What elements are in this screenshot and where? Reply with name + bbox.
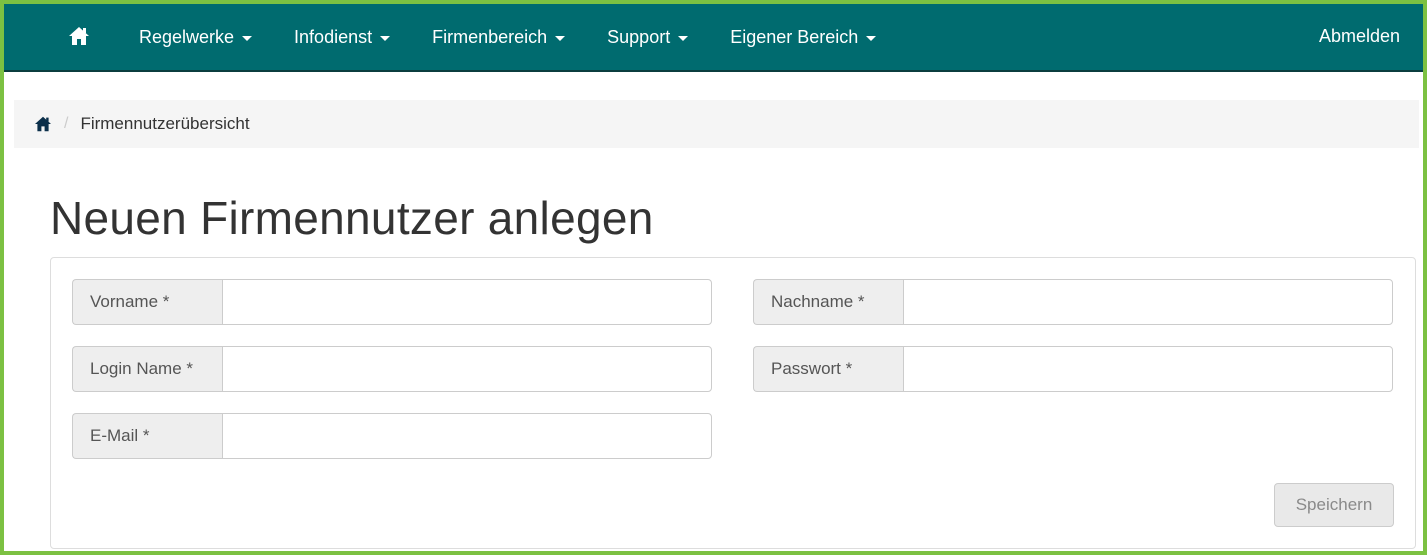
last-name-group: Nachname * (753, 279, 1393, 325)
nav-menu: Regelwerke Infodienst Firmenbereich Supp… (139, 4, 918, 70)
first-name-input[interactable] (222, 279, 712, 325)
login-name-label: Login Name * (72, 346, 222, 392)
app-frame: Regelwerke Infodienst Firmenbereich Supp… (0, 0, 1427, 555)
caret-down-icon (380, 35, 391, 41)
nav-item-label: Eigener Bereich (730, 26, 859, 47)
nav-item-support[interactable]: Support (607, 26, 689, 48)
email-input[interactable] (222, 413, 712, 459)
password-label: Passwort * (753, 346, 903, 392)
caret-down-icon (555, 35, 566, 41)
nav-item-firmenbereich[interactable]: Firmenbereich (432, 26, 566, 48)
last-name-input[interactable] (903, 279, 1393, 325)
nav-item-label: Firmenbereich (432, 26, 548, 47)
breadcrumb: / Firmennutzerübersicht (14, 100, 1419, 148)
first-name-label: Vorname * (72, 279, 222, 325)
breadcrumb-current: Firmennutzerübersicht (80, 114, 250, 133)
nav-item-eigener-bereich[interactable]: Eigener Bereich (730, 26, 877, 48)
page-title: Neuen Firmennutzer anlegen (50, 192, 654, 244)
save-button[interactable]: Speichern (1274, 483, 1394, 527)
caret-down-icon (242, 35, 253, 41)
nav-item-infodienst[interactable]: Infodienst (294, 26, 391, 48)
nav-item-regelwerke[interactable]: Regelwerke (139, 26, 253, 48)
email-label: E-Mail * (72, 413, 222, 459)
nav-item-label: Regelwerke (139, 26, 235, 47)
password-group: Passwort * (753, 346, 1393, 392)
top-navbar: Regelwerke Infodienst Firmenbereich Supp… (4, 4, 1423, 72)
caret-down-icon (866, 35, 877, 41)
home-icon[interactable] (34, 116, 52, 132)
home-icon[interactable] (68, 26, 90, 46)
nav-item-label: Support (607, 26, 671, 47)
form-panel: Vorname * Nachname * Login Name * Passwo… (50, 257, 1416, 549)
nav-item-label: Infodienst (294, 26, 373, 47)
breadcrumb-separator: / (64, 115, 69, 132)
caret-down-icon (678, 35, 689, 41)
last-name-label: Nachname * (753, 279, 903, 325)
login-name-input[interactable] (222, 346, 712, 392)
first-name-group: Vorname * (72, 279, 712, 325)
logout-link[interactable]: Abmelden (1319, 26, 1400, 47)
email-group: E-Mail * (72, 413, 712, 459)
password-input[interactable] (903, 346, 1393, 392)
login-name-group: Login Name * (72, 346, 712, 392)
